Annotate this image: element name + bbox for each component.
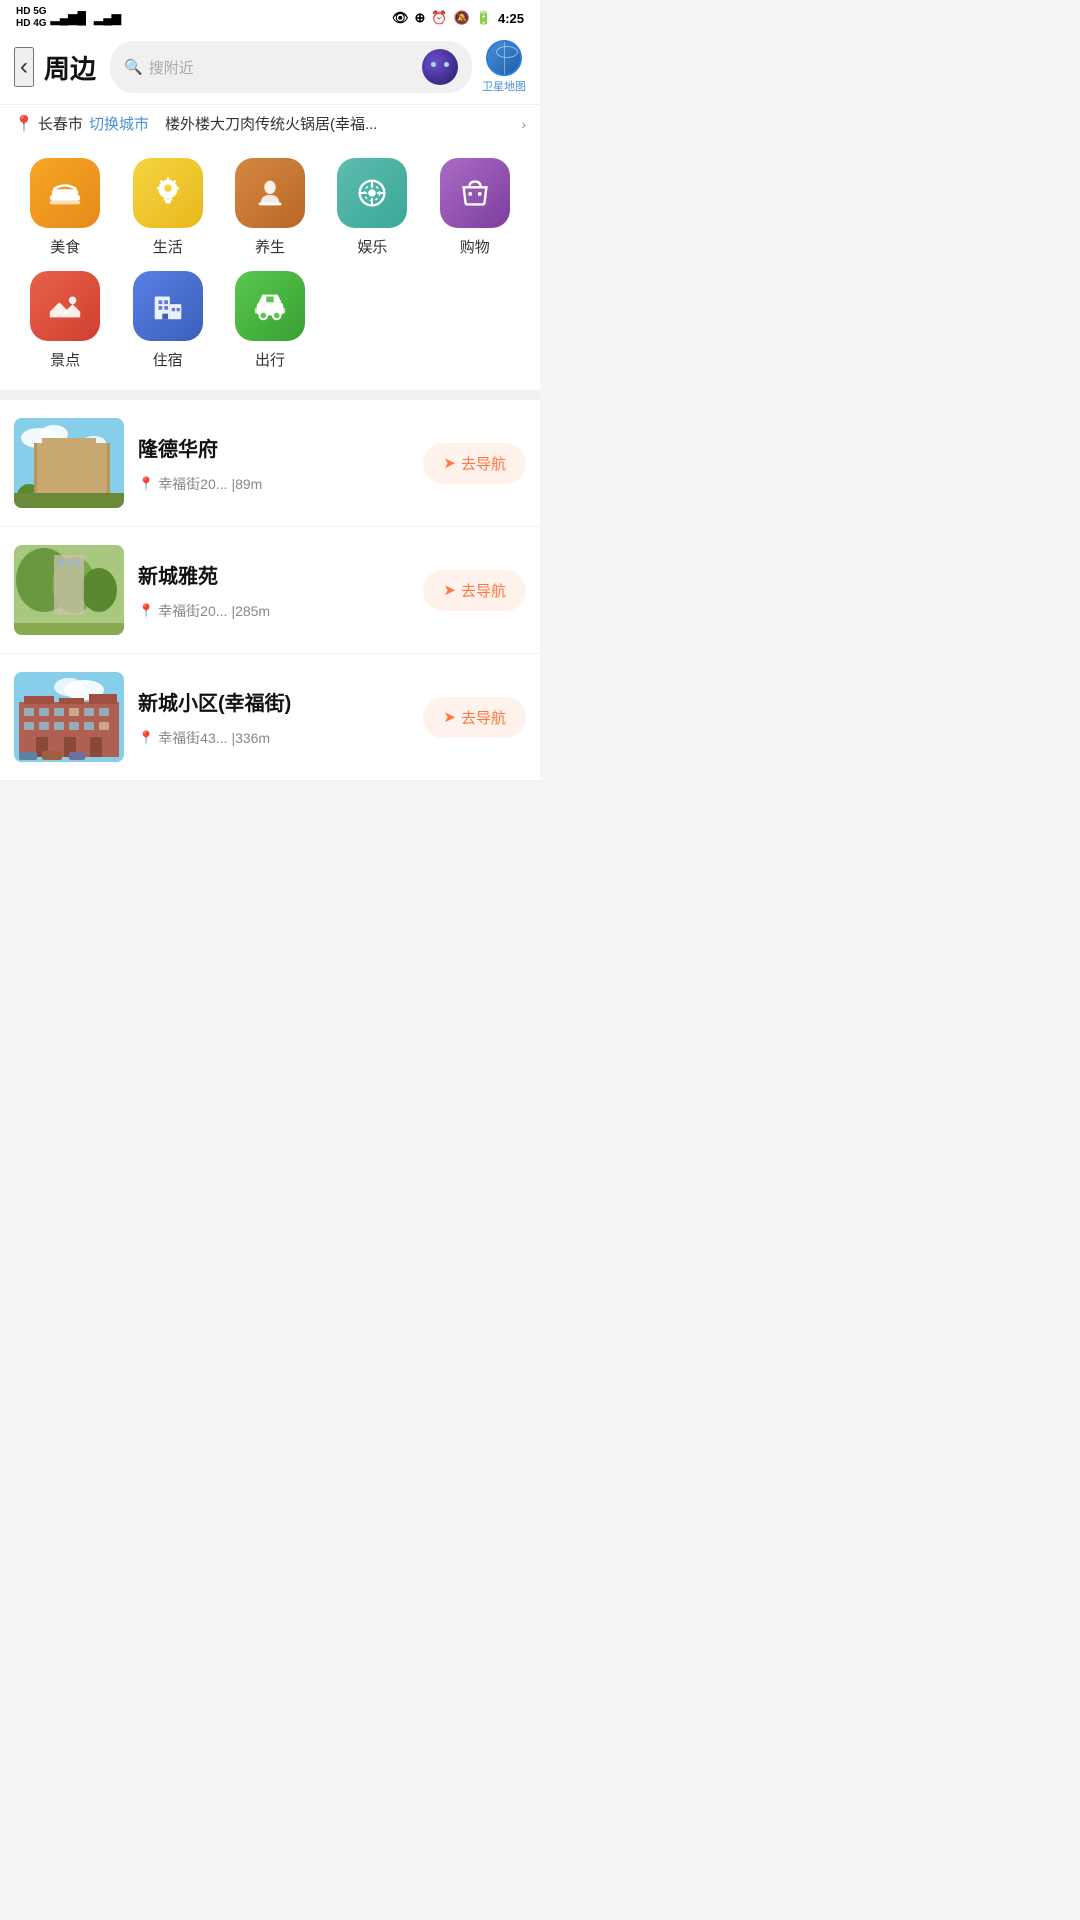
location-pin-icon: 📍: [14, 114, 34, 134]
signal-bars-2: ▂▄▆: [94, 11, 121, 25]
hotel-label: 住宿: [153, 349, 183, 370]
status-carrier: HD 5G HD 4G ▂▄▆█ ▂▄▆: [16, 6, 121, 30]
place-address-1: 幸福街20...: [158, 474, 227, 494]
category-section: 美食 生活 养生: [0, 142, 540, 390]
nav-label-3: 去导航: [461, 707, 506, 728]
category-grid-row2: 景点 住宿: [14, 271, 526, 370]
shopping-label: 购物: [460, 236, 490, 257]
place-item-1[interactable]: 隆德华府 📍 幸福街20... |89m ➤ 去导航: [0, 400, 540, 527]
health-icon: [235, 158, 305, 228]
nav-arrow-icon-1: ➤: [443, 454, 456, 472]
header: ‹ 周边 🔍 搜附近 卫星地图: [0, 34, 540, 104]
place-meta-3: 📍 幸福街43... |336m: [138, 728, 409, 748]
mute-icon: 🔕: [454, 10, 470, 26]
ai-avatar[interactable]: [422, 49, 458, 85]
place-address-2: 幸福街20...: [158, 601, 227, 621]
life-icon: [133, 158, 203, 228]
navigate-button-1[interactable]: ➤ 去导航: [423, 443, 526, 484]
switch-city-button[interactable]: 切换城市: [89, 113, 149, 134]
category-life[interactable]: 生活: [116, 158, 218, 257]
status-bar: HD 5G HD 4G ▂▄▆█ ▂▄▆ 👁 ⊕ ⏰ 🔕 🔋 4:25: [0, 0, 540, 34]
place-name-3: 新城小区(幸福街): [138, 687, 409, 716]
place-distance-1: |89m: [231, 476, 262, 492]
section-divider: [0, 390, 540, 400]
nfc-icon: ⊕: [415, 10, 426, 26]
place-thumb-3: [14, 672, 124, 762]
category-scenery[interactable]: 景点: [14, 271, 116, 370]
place-address-3: 幸福街43...: [158, 728, 227, 748]
health-label: 养生: [255, 236, 285, 257]
signal-bars: ▂▄▆█: [51, 11, 86, 25]
location-bar: 📍 长春市 切换城市 楼外楼大刀肉传统火锅居(幸福... ›: [0, 104, 540, 142]
scenery-label: 景点: [50, 349, 80, 370]
transport-icon: [235, 271, 305, 341]
place-item-2[interactable]: 新城雅苑 📍 幸福街20... |285m ➤ 去导航: [0, 527, 540, 654]
places-list: 隆德华府 📍 幸福街20... |89m ➤ 去导航: [0, 400, 540, 781]
satellite-map-button[interactable]: 卫星地图: [482, 40, 526, 94]
category-hotel[interactable]: 住宿: [116, 271, 218, 370]
place-thumb-2: [14, 545, 124, 635]
category-grid-row1: 美食 生活 养生: [14, 158, 526, 257]
scenery-icon: [30, 271, 100, 341]
pin-icon-1: 📍: [138, 476, 154, 492]
nav-label-2: 去导航: [461, 580, 506, 601]
food-icon: [30, 158, 100, 228]
place-name-1: 隆德华府: [138, 433, 409, 462]
place-name-2: 新城雅苑: [138, 560, 409, 589]
search-bar[interactable]: 🔍 搜附近: [110, 41, 472, 93]
place-info-3: 新城小区(幸福街) 📍 幸福街43... |336m: [138, 687, 409, 748]
food-label: 美食: [50, 236, 80, 257]
category-transport[interactable]: 出行: [219, 271, 321, 370]
place-info-1: 隆德华府 📍 幸福街20... |89m: [138, 433, 409, 494]
place-distance-2: |285m: [231, 603, 270, 619]
search-placeholder: 搜附近: [149, 57, 194, 78]
hotel-icon: [133, 271, 203, 341]
pin-icon-3: 📍: [138, 730, 154, 746]
status-icons: 👁 ⊕ ⏰ 🔕 🔋 4:25: [392, 10, 524, 26]
nav-label-1: 去导航: [461, 453, 506, 474]
entertainment-icon: [337, 158, 407, 228]
nav-arrow-icon-2: ➤: [443, 581, 456, 599]
place-meta-1: 📍 幸福街20... |89m: [138, 474, 409, 494]
eye-icon: 👁: [392, 10, 409, 26]
place-distance-3: |336m: [231, 730, 270, 746]
city-name: 长春市: [38, 113, 83, 134]
place-thumb-1: [14, 418, 124, 508]
transport-label: 出行: [255, 349, 285, 370]
life-label: 生活: [153, 236, 183, 257]
alarm-icon: ⏰: [431, 10, 447, 26]
place-info-2: 新城雅苑 📍 幸福街20... |285m: [138, 560, 409, 621]
entertainment-label: 娱乐: [357, 236, 387, 257]
place-meta-2: 📍 幸福街20... |285m: [138, 601, 409, 621]
category-food[interactable]: 美食: [14, 158, 116, 257]
category-shopping[interactable]: 购物: [424, 158, 526, 257]
category-health[interactable]: 养生: [219, 158, 321, 257]
satellite-label: 卫星地图: [482, 78, 526, 94]
navigate-button-2[interactable]: ➤ 去导航: [423, 570, 526, 611]
category-entertainment[interactable]: 娱乐: [321, 158, 423, 257]
pin-icon-2: 📍: [138, 603, 154, 619]
time-display: 4:25: [498, 11, 524, 26]
search-icon: 🔍: [124, 58, 143, 76]
carrier-label: HD 5G HD 4G: [16, 6, 47, 30]
current-location-name: 楼外楼大刀肉传统火锅居(幸福...: [165, 113, 517, 134]
battery-icon: 🔋: [476, 10, 492, 26]
shopping-icon: [440, 158, 510, 228]
place-item-3[interactable]: 新城小区(幸福街) 📍 幸福街43... |336m ➤ 去导航: [0, 654, 540, 781]
chevron-right-icon: ›: [521, 116, 526, 132]
navigate-button-3[interactable]: ➤ 去导航: [423, 697, 526, 738]
back-button[interactable]: ‹: [14, 47, 34, 87]
page-title: 周边: [44, 49, 96, 86]
nav-arrow-icon-3: ➤: [443, 708, 456, 726]
